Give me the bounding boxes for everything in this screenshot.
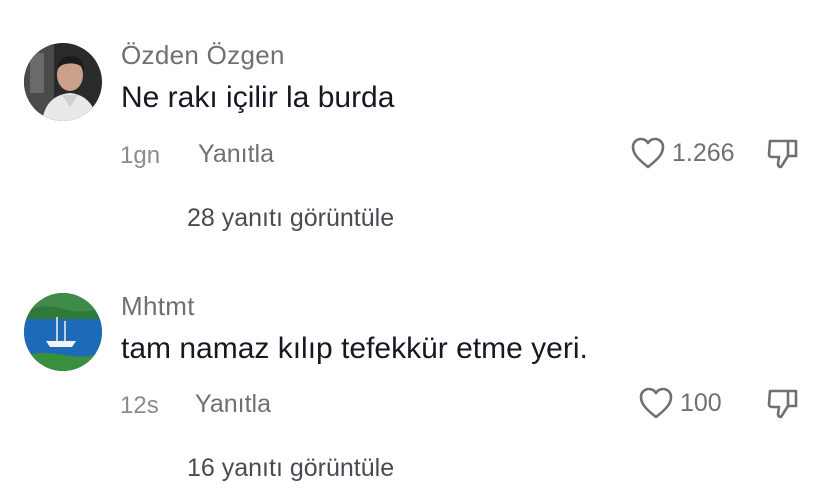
thumbs-down-icon xyxy=(767,139,798,169)
comment-item: Özden Özgen Ne rakı içilir la burda 1gn … xyxy=(0,0,828,260)
dislike-button[interactable] xyxy=(766,386,800,420)
avatar[interactable] xyxy=(24,43,102,121)
comment-text: tam namaz kılıp tefekkür etme yeri. xyxy=(121,332,588,365)
view-replies-link[interactable]: 28 yanıtı görüntüle xyxy=(187,204,394,233)
comment-text: Ne rakı içilir la burda xyxy=(121,81,395,114)
heart-outline-icon xyxy=(631,137,665,169)
avatar[interactable] xyxy=(24,293,102,371)
thumbs-down-icon xyxy=(767,389,798,419)
view-replies-link[interactable]: 16 yanıtı görüntüle xyxy=(187,454,394,483)
like-count: 100 xyxy=(680,388,722,417)
username[interactable]: Mhtmt xyxy=(121,291,195,322)
username[interactable]: Özden Özgen xyxy=(121,40,285,71)
reply-button[interactable]: Yanıtla xyxy=(195,390,271,419)
comment-timestamp: 1gn xyxy=(120,142,161,169)
like-count: 1.266 xyxy=(672,138,735,167)
reply-button[interactable]: Yanıtla xyxy=(198,140,274,169)
like-button[interactable]: 100 xyxy=(638,386,722,420)
man-portrait-avatar-icon xyxy=(24,43,102,121)
comment-timestamp: 12s xyxy=(120,392,159,419)
sea-boat-avatar-icon xyxy=(24,293,102,371)
heart-outline-icon xyxy=(639,387,673,419)
dislike-button[interactable] xyxy=(766,136,800,170)
comment-item: Mhtmt tam namaz kılıp tefekkür etme yeri… xyxy=(0,255,828,503)
like-button[interactable]: 1.266 xyxy=(630,136,735,170)
